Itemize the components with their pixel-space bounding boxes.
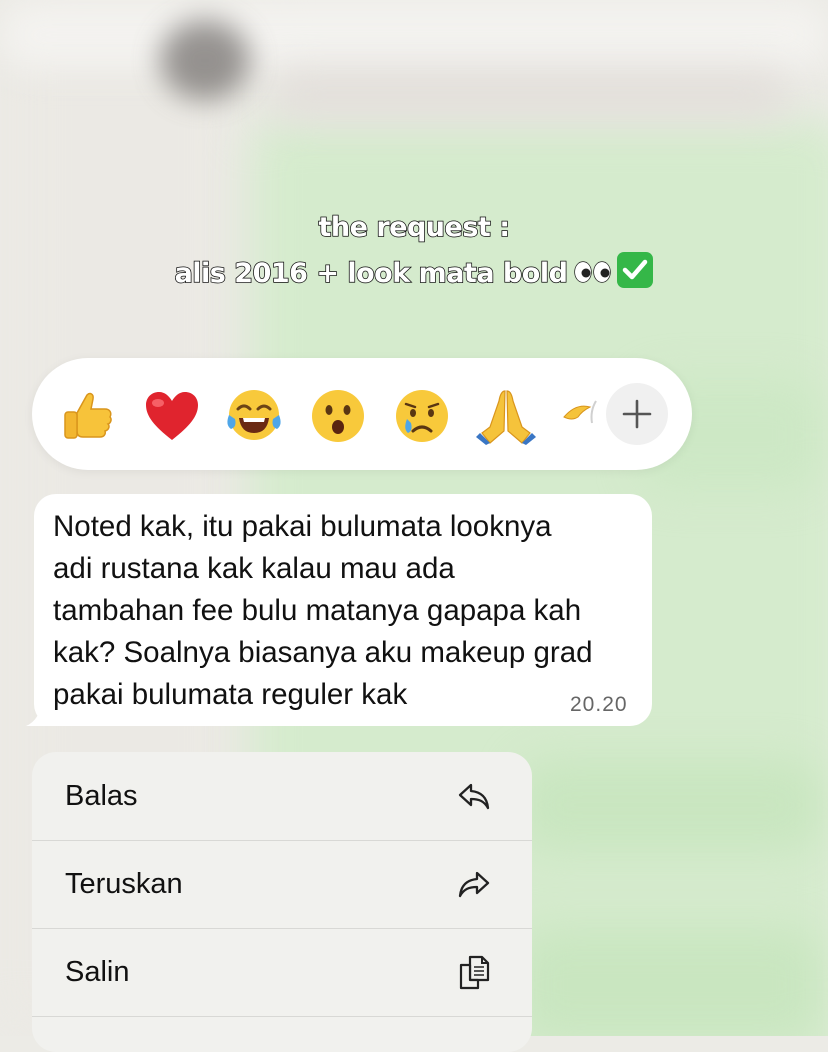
- tears-of-joy-icon[interactable]: [224, 386, 284, 446]
- menu-item-reply[interactable]: Balas: [32, 752, 532, 841]
- partial-emoji-icon[interactable]: [556, 386, 602, 446]
- message-timestamp: 20.20: [570, 693, 628, 716]
- crying-face-icon[interactable]: [392, 386, 452, 446]
- red-heart-icon[interactable]: [142, 386, 202, 446]
- forward-icon: [458, 871, 490, 898]
- context-menu: Balas Teruskan Salin: [32, 752, 532, 1052]
- thumbs-up-icon[interactable]: [58, 386, 118, 446]
- plus-icon: [622, 399, 652, 429]
- message-text: Noted kak, itu pakai bulumata looknya ad…: [53, 510, 593, 711]
- check-mark-icon: [617, 252, 654, 288]
- menu-item-forward[interactable]: Teruskan: [32, 840, 532, 929]
- copy-icon: [459, 955, 490, 990]
- more-reactions-button[interactable]: [606, 383, 668, 445]
- reaction-bar: [32, 358, 692, 470]
- overlay-caption-line1: the request :: [318, 211, 511, 244]
- hushed-face-icon[interactable]: [308, 386, 368, 446]
- menu-item-label: Balas: [65, 780, 138, 812]
- eyes-icon: [573, 260, 613, 291]
- menu-item-label: Teruskan: [65, 868, 183, 900]
- reply-icon: [458, 783, 490, 810]
- menu-item-copy[interactable]: Salin: [32, 928, 532, 1017]
- menu-item-label: Salin: [65, 956, 130, 988]
- avatar: [160, 20, 250, 100]
- folded-hands-icon[interactable]: [476, 386, 536, 446]
- overlay-caption-line2: alis 2016 + look mata bold: [0, 252, 828, 291]
